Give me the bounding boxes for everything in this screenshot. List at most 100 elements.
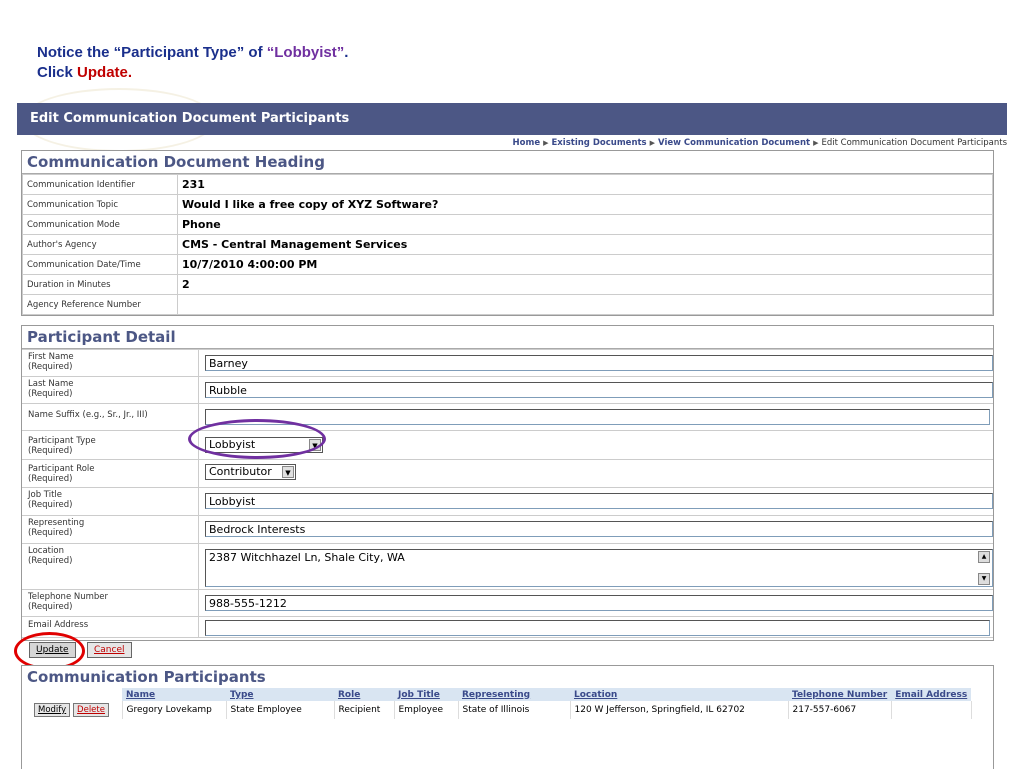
heading-row: Author's Agency CMS - Central Management … — [22, 234, 993, 255]
heading-row: Agency Reference Number — [22, 294, 993, 315]
representing-label: Representing (Required) — [28, 518, 85, 538]
cell-type: State Employee — [226, 701, 335, 719]
instruction-action: Update. — [77, 64, 133, 81]
job-title-row: Job Title (Required) Lobbyist — [22, 487, 993, 515]
column-header-location[interactable]: Location — [570, 688, 788, 701]
participant-detail-title: Participant Detail — [22, 326, 993, 349]
cancel-button[interactable]: Cancel — [87, 642, 132, 658]
first-name-label: First Name (Required) — [28, 352, 74, 372]
participant-type-highlight — [188, 419, 326, 459]
participants-panel: Communication Participants Name Type Rol… — [21, 665, 994, 769]
participant-type-row: Participant Type (Required) Lobbyist ▼ — [22, 430, 993, 459]
participant-role-label: Participant Role (Required) — [28, 464, 95, 484]
column-header-type[interactable]: Type — [226, 688, 334, 701]
participants-header-row: Name Type Role Job Title Representing Lo… — [30, 688, 972, 701]
last-name-row: Last Name (Required) Rubble — [22, 376, 993, 403]
instruction-line-2: Click Update. — [37, 63, 348, 83]
heading-value: Would I like a free copy of XYZ Software… — [177, 194, 993, 215]
breadcrumb: Home ▶ Existing Documents ▶ View Communicati… — [513, 138, 1007, 148]
heading-label: Communication Mode — [22, 214, 178, 235]
document-heading-title: Communication Document Heading — [22, 151, 993, 174]
window-title-bar: Edit Communication Document Participants — [17, 103, 1007, 135]
column-header-name[interactable]: Name — [122, 688, 226, 701]
column-header-job-title[interactable]: Job Title — [394, 688, 458, 701]
column-header-telephone[interactable]: Telephone Number — [788, 688, 892, 701]
table-row: Modify Delete Gregory Lovekamp State Emp… — [30, 701, 972, 719]
participants-table: Name Type Role Job Title Representing Lo… — [30, 688, 972, 719]
cell-email — [891, 701, 972, 719]
breadcrumb-arrow-icon: ▶ — [813, 139, 819, 147]
heading-value: CMS - Central Management Services — [177, 234, 993, 255]
breadcrumb-arrow-icon: ▶ — [649, 139, 656, 147]
telephone-row: Telephone Number (Required) 988-555-1212 — [22, 589, 993, 616]
column-header-email[interactable]: Email Address — [891, 688, 972, 701]
suffix-field[interactable] — [205, 409, 990, 425]
job-title-field[interactable]: Lobbyist — [205, 493, 993, 509]
heading-label: Communication Date/Time — [22, 254, 178, 275]
location-textarea[interactable]: 2387 Witchhazel Ln, Shale City, WA ▲ ▼ — [205, 549, 993, 587]
heading-label: Duration in Minutes — [22, 274, 178, 295]
heading-value: 231 — [177, 174, 993, 195]
participants-title: Communication Participants — [27, 668, 266, 686]
instruction-line-1: Notice the “Participant Type” of “Lobbyi… — [37, 43, 348, 63]
document-heading-table: Communication Identifier 231 Communicatio… — [22, 174, 993, 315]
first-name-row: First Name (Required) Barney — [22, 349, 993, 376]
location-row: Location (Required) 2387 Witchhazel Ln, S… — [22, 543, 993, 589]
email-field[interactable] — [205, 620, 990, 636]
participant-role-row: Participant Role (Required) Contributor ▼ — [22, 459, 993, 487]
delete-button[interactable]: Delete — [73, 703, 109, 717]
breadcrumb-existing-documents[interactable]: Existing Documents — [552, 138, 647, 148]
instruction-prefix: Notice the “Participant Type” of — [37, 44, 267, 61]
document-heading-panel: Communication Document Heading Communica… — [21, 150, 994, 316]
last-name-field[interactable]: Rubble — [205, 382, 993, 398]
instruction-suffix: . — [344, 44, 349, 61]
cell-telephone: 217-557-6067 — [788, 701, 892, 719]
heading-value — [177, 294, 993, 315]
suffix-row: Name Suffix (e.g., Sr., Jr., III) — [22, 403, 993, 430]
heading-row: Communication Date/Time 10/7/2010 4:00:00… — [22, 254, 993, 275]
heading-label: Agency Reference Number — [22, 294, 178, 315]
cell-representing: State of Illinois — [458, 701, 571, 719]
heading-row: Duration in Minutes 2 — [22, 274, 993, 295]
telephone-label: Telephone Number (Required) — [28, 592, 109, 612]
heading-row: Communication Topic Would I like a free c… — [22, 194, 993, 215]
scroll-up-icon[interactable]: ▲ — [978, 551, 990, 563]
window-title: Edit Communication Document Participants — [30, 111, 350, 126]
cell-job-title: Employee — [394, 701, 459, 719]
representing-row: Representing (Required) Bedrock Interests — [22, 515, 993, 543]
participant-type-label: Participant Type (Required) — [28, 436, 96, 456]
chevron-down-icon: ▼ — [282, 466, 294, 478]
heading-row: Communication Mode Phone — [22, 214, 993, 235]
instruction-click: Click — [37, 64, 78, 81]
representing-field[interactable]: Bedrock Interests — [205, 521, 993, 537]
column-header-representing[interactable]: Representing — [458, 688, 570, 701]
heading-label: Author's Agency — [22, 234, 178, 255]
first-name-field[interactable]: Barney — [205, 355, 993, 371]
heading-value: 2 — [177, 274, 993, 295]
form-actions-row: Update Cancel — [22, 637, 993, 660]
cell-location: 120 W Jefferson, Springfield, IL 62702 — [570, 701, 789, 719]
row-actions: Modify Delete — [30, 701, 123, 719]
breadcrumb-view-document[interactable]: View Communication Document — [658, 138, 810, 148]
modify-button[interactable]: Modify — [34, 703, 71, 717]
instruction-text: Notice the “Participant Type” of “Lobbyi… — [37, 43, 348, 83]
breadcrumb-current: Edit Communication Document Participants — [821, 138, 1007, 148]
participant-role-select[interactable]: Contributor ▼ — [205, 464, 296, 480]
location-scrollbar[interactable]: ▲ ▼ — [978, 551, 990, 585]
breadcrumb-home[interactable]: Home — [513, 138, 541, 148]
email-row: Email Address — [22, 616, 993, 637]
heading-row: Communication Identifier 231 — [22, 174, 993, 195]
column-header-role[interactable]: Role — [334, 688, 394, 701]
participant-detail-panel: Participant Detail First Name (Required) … — [21, 325, 994, 658]
cell-name: Gregory Lovekamp — [122, 701, 227, 719]
telephone-field[interactable]: 988-555-1212 — [205, 595, 993, 611]
email-label: Email Address — [28, 620, 89, 630]
heading-label: Communication Identifier — [22, 174, 178, 195]
job-title-label: Job Title (Required) — [28, 490, 73, 510]
heading-value: 10/7/2010 4:00:00 PM — [177, 254, 993, 275]
instruction-highlight: “Lobbyist” — [266, 44, 345, 61]
scroll-down-icon[interactable]: ▼ — [978, 573, 990, 585]
heading-label: Communication Topic — [22, 194, 178, 215]
heading-value: Phone — [177, 214, 993, 235]
last-name-label: Last Name (Required) — [28, 379, 74, 399]
